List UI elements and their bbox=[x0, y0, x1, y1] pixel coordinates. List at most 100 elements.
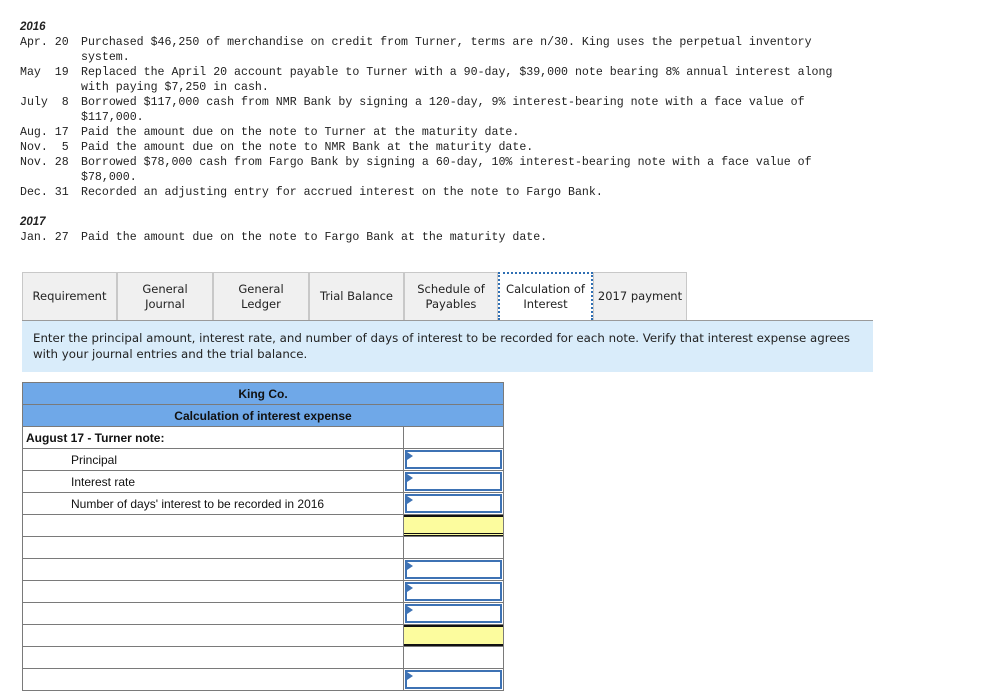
table-row: Interest rate bbox=[22, 470, 504, 493]
note2-rate-input[interactable] bbox=[407, 584, 500, 599]
input-wrapper bbox=[405, 604, 502, 623]
table-row: Number of days' interest to be recorded … bbox=[22, 492, 504, 515]
tab-schedule-of-payables[interactable]: Schedule of Payables bbox=[404, 272, 498, 320]
value-cell bbox=[403, 624, 504, 647]
value-cell bbox=[403, 470, 504, 493]
note2-days-input[interactable] bbox=[407, 606, 500, 621]
note3-principal-input[interactable] bbox=[407, 672, 500, 687]
table-header-company: King Co. bbox=[22, 382, 504, 405]
transaction-text: Borrowed $78,000 cash from Fargo Bank by… bbox=[81, 156, 812, 184]
table-row bbox=[22, 624, 504, 647]
transaction-entry: Dec. 31 Recorded an adjusting entry for a… bbox=[20, 185, 931, 200]
tab-label: Trial Balance bbox=[319, 289, 394, 303]
input-wrapper bbox=[405, 670, 502, 689]
transaction-entry: May 19 Replaced the April 20 account paya… bbox=[20, 65, 931, 95]
tab-label: Requirement bbox=[32, 289, 107, 303]
transaction-entry: Jan. 27 Paid the amount due on the note t… bbox=[20, 230, 931, 245]
tab-2017-payment[interactable]: 2017 payment bbox=[593, 272, 687, 320]
tab-requirement[interactable]: Requirement bbox=[22, 272, 117, 320]
tab-general-ledger[interactable]: General Ledger bbox=[213, 272, 309, 320]
value-cell bbox=[403, 602, 504, 625]
transaction-text: Paid the amount due on the note to Fargo… bbox=[81, 231, 548, 244]
interest-rate-input-wrapper bbox=[405, 472, 502, 491]
tab-general-journal[interactable]: General Journal bbox=[117, 272, 213, 320]
table-row: Principal bbox=[22, 448, 504, 471]
tab-calculation-of-interest[interactable]: Calculation of Interest bbox=[498, 272, 593, 320]
input-marker-icon bbox=[407, 606, 413, 614]
note2-principal-input[interactable] bbox=[407, 562, 500, 577]
interest-total-cell[interactable] bbox=[404, 515, 503, 536]
tab-bar: Requirement General Journal General Ledg… bbox=[22, 272, 873, 321]
tab-label: General Ledger bbox=[238, 281, 284, 311]
company-name: King Co. bbox=[22, 382, 504, 405]
instructions-panel: Enter the principal amount, interest rat… bbox=[22, 321, 873, 372]
input-marker-icon bbox=[407, 452, 413, 460]
transaction-entry: Aug. 17 Paid the amount due on the note t… bbox=[20, 125, 931, 140]
year-heading: 2017 bbox=[20, 216, 46, 228]
table-row bbox=[22, 536, 504, 559]
input-marker-icon bbox=[407, 496, 413, 504]
problem-statement: 2016 Apr. 20 Purchased $46,250 of merchan… bbox=[20, 20, 931, 245]
row-label-empty bbox=[22, 536, 404, 559]
tab-bar-spacer bbox=[687, 272, 873, 320]
table-header-title: Calculation of interest expense bbox=[22, 404, 504, 427]
transaction-text: Paid the amount due on the note to NMR B… bbox=[81, 141, 534, 154]
tab-trial-balance[interactable]: Trial Balance bbox=[309, 272, 404, 320]
table-row bbox=[22, 580, 504, 603]
value-cell bbox=[403, 426, 504, 449]
value-cell bbox=[403, 492, 504, 515]
table-row bbox=[22, 602, 504, 625]
year-heading: 2016 bbox=[20, 21, 46, 33]
row-label-empty bbox=[22, 558, 404, 581]
transaction-entry: Apr. 20 Purchased $46,250 of merchandise … bbox=[20, 35, 931, 65]
value-cell bbox=[403, 514, 504, 537]
row-label-empty bbox=[22, 602, 404, 625]
transaction-text: Recorded an adjusting entry for accrued … bbox=[81, 186, 603, 199]
table-row bbox=[22, 558, 504, 581]
value-cell bbox=[403, 580, 504, 603]
transaction-date: Nov. 28 bbox=[20, 156, 69, 169]
table-title: Calculation of interest expense bbox=[22, 404, 504, 427]
row-label-empty bbox=[22, 624, 404, 647]
input-marker-icon bbox=[407, 474, 413, 482]
value-cell bbox=[403, 558, 504, 581]
transaction-date: Dec. 31 bbox=[20, 186, 69, 199]
transaction-date: Nov. 5 bbox=[20, 141, 69, 154]
input-marker-icon bbox=[407, 672, 413, 680]
transaction-date: May 19 bbox=[20, 66, 69, 79]
input-marker-icon bbox=[407, 584, 413, 592]
value-cell bbox=[403, 448, 504, 471]
row-label-days: Number of days' interest to be recorded … bbox=[22, 492, 404, 515]
principal-input-wrapper bbox=[405, 450, 502, 469]
transaction-text: Replaced the April 20 account payable to… bbox=[81, 66, 833, 94]
table-row bbox=[22, 668, 504, 691]
days-input-wrapper bbox=[405, 494, 502, 513]
note2-total-cell[interactable] bbox=[404, 625, 503, 646]
input-wrapper bbox=[405, 582, 502, 601]
tab-label: Schedule of Payables bbox=[417, 281, 485, 311]
row-label-empty bbox=[22, 580, 404, 603]
transaction-date: Jan. 27 bbox=[20, 231, 69, 244]
row-label-empty bbox=[22, 514, 404, 537]
input-wrapper bbox=[405, 560, 502, 579]
tab-label: Calculation of Interest bbox=[506, 282, 585, 311]
row-label-empty bbox=[22, 668, 404, 691]
input-marker-icon bbox=[407, 562, 413, 570]
transaction-date: Apr. 20 bbox=[20, 36, 69, 49]
tab-label: General Journal bbox=[142, 281, 188, 311]
transaction-entry: Nov. 5 Paid the amount due on the note to… bbox=[20, 140, 931, 155]
transaction-text: Borrowed $117,000 cash from NMR Bank by … bbox=[81, 96, 805, 124]
row-label-empty bbox=[22, 646, 404, 669]
days-input[interactable] bbox=[407, 496, 500, 511]
row-label-interest-rate: Interest rate bbox=[22, 470, 404, 493]
table-row bbox=[22, 646, 504, 669]
interest-calculation-table: King Co. Calculation of interest expense… bbox=[22, 382, 504, 691]
transaction-date: Aug. 17 bbox=[20, 126, 69, 139]
tab-label: 2017 payment bbox=[597, 289, 683, 303]
transaction-entry: July 8 Borrowed $117,000 cash from NMR Ba… bbox=[20, 95, 931, 125]
principal-input[interactable] bbox=[407, 452, 500, 467]
value-cell bbox=[403, 668, 504, 691]
table-row: August 17 - Turner note: bbox=[22, 426, 504, 449]
interest-rate-input[interactable] bbox=[407, 474, 500, 489]
transaction-text: Paid the amount due on the note to Turne… bbox=[81, 126, 520, 139]
